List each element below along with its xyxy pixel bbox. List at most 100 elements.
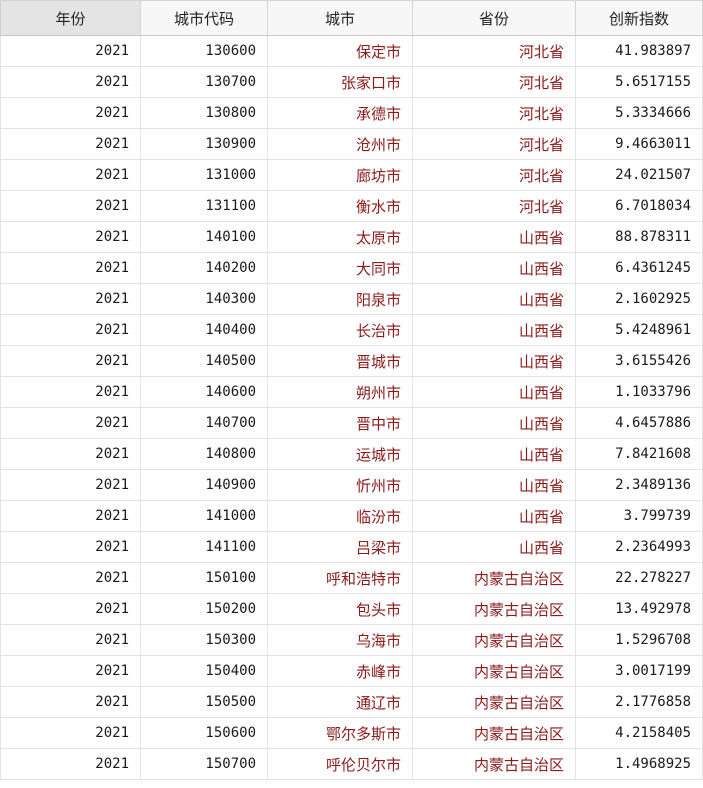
year-cell[interactable]: 2021 — [0, 408, 141, 438]
table-row[interactable]: 2021 140100 太原市 山西省 88.878311 — [0, 222, 703, 253]
year-cell[interactable]: 2021 — [0, 501, 141, 531]
city-code-cell[interactable]: 140700 — [141, 408, 268, 438]
year-cell[interactable]: 2021 — [0, 284, 141, 314]
city-code-cell[interactable]: 140100 — [141, 222, 268, 252]
city-code-cell[interactable]: 150500 — [141, 687, 268, 717]
innovation-index-cell[interactable]: 24.021507 — [576, 160, 703, 190]
year-cell[interactable]: 2021 — [0, 625, 141, 655]
year-cell[interactable]: 2021 — [0, 687, 141, 717]
province-cell[interactable]: 山西省 — [413, 346, 576, 376]
table-row[interactable]: 2021 140700 晋中市 山西省 4.6457886 — [0, 408, 703, 439]
province-cell[interactable]: 山西省 — [413, 501, 576, 531]
city-code-cell[interactable]: 140400 — [141, 315, 268, 345]
innovation-index-cell[interactable]: 4.2158405 — [576, 718, 703, 748]
table-row[interactable]: 2021 130600 保定市 河北省 41.983897 — [0, 36, 703, 67]
table-row[interactable]: 2021 131100 衡水市 河北省 6.7018034 — [0, 191, 703, 222]
city-cell[interactable]: 呼和浩特市 — [268, 563, 413, 593]
city-code-cell[interactable]: 140200 — [141, 253, 268, 283]
city-code-cell[interactable]: 130700 — [141, 67, 268, 97]
year-cell[interactable]: 2021 — [0, 718, 141, 748]
year-cell[interactable]: 2021 — [0, 656, 141, 686]
innovation-index-cell[interactable]: 5.6517155 — [576, 67, 703, 97]
innovation-index-cell[interactable]: 2.1776858 — [576, 687, 703, 717]
city-code-cell[interactable]: 141100 — [141, 532, 268, 562]
city-cell[interactable]: 呼伦贝尔市 — [268, 749, 413, 779]
innovation-index-cell[interactable]: 3.6155426 — [576, 346, 703, 376]
innovation-index-cell[interactable]: 4.6457886 — [576, 408, 703, 438]
city-code-cell[interactable]: 130900 — [141, 129, 268, 159]
table-row[interactable]: 2021 140600 朔州市 山西省 1.1033796 — [0, 377, 703, 408]
city-code-cell[interactable]: 140300 — [141, 284, 268, 314]
year-cell[interactable]: 2021 — [0, 532, 141, 562]
column-header-province[interactable]: 省份 — [413, 1, 576, 35]
year-cell[interactable]: 2021 — [0, 470, 141, 500]
innovation-index-cell[interactable]: 5.4248961 — [576, 315, 703, 345]
table-row[interactable]: 2021 131000 廊坊市 河北省 24.021507 — [0, 160, 703, 191]
innovation-index-cell[interactable]: 2.3489136 — [576, 470, 703, 500]
city-cell[interactable]: 晋城市 — [268, 346, 413, 376]
innovation-index-cell[interactable]: 2.1602925 — [576, 284, 703, 314]
year-cell[interactable]: 2021 — [0, 98, 141, 128]
city-cell[interactable]: 临汾市 — [268, 501, 413, 531]
city-cell[interactable]: 承德市 — [268, 98, 413, 128]
city-cell[interactable]: 鄂尔多斯市 — [268, 718, 413, 748]
province-cell[interactable]: 山西省 — [413, 222, 576, 252]
province-cell[interactable]: 河北省 — [413, 67, 576, 97]
city-cell[interactable]: 阳泉市 — [268, 284, 413, 314]
city-code-cell[interactable]: 141000 — [141, 501, 268, 531]
column-header-year[interactable]: 年份 — [0, 1, 141, 35]
province-cell[interactable]: 山西省 — [413, 284, 576, 314]
province-cell[interactable]: 山西省 — [413, 253, 576, 283]
year-cell[interactable]: 2021 — [0, 346, 141, 376]
table-row[interactable]: 2021 150500 通辽市 内蒙古自治区 2.1776858 — [0, 687, 703, 718]
year-cell[interactable]: 2021 — [0, 594, 141, 624]
city-cell[interactable]: 廊坊市 — [268, 160, 413, 190]
province-cell[interactable]: 河北省 — [413, 36, 576, 66]
column-header-innovation-index[interactable]: 创新指数 — [576, 1, 703, 35]
table-row[interactable]: 2021 150700 呼伦贝尔市 内蒙古自治区 1.4968925 — [0, 749, 703, 780]
innovation-index-cell[interactable]: 41.983897 — [576, 36, 703, 66]
province-cell[interactable]: 山西省 — [413, 377, 576, 407]
year-cell[interactable]: 2021 — [0, 67, 141, 97]
city-cell[interactable]: 保定市 — [268, 36, 413, 66]
city-cell[interactable]: 晋中市 — [268, 408, 413, 438]
innovation-index-cell[interactable]: 88.878311 — [576, 222, 703, 252]
province-cell[interactable]: 河北省 — [413, 160, 576, 190]
table-row[interactable]: 2021 141100 吕梁市 山西省 2.2364993 — [0, 532, 703, 563]
year-cell[interactable]: 2021 — [0, 36, 141, 66]
city-code-cell[interactable]: 150100 — [141, 563, 268, 593]
innovation-index-cell[interactable]: 6.4361245 — [576, 253, 703, 283]
city-code-cell[interactable]: 150700 — [141, 749, 268, 779]
table-row[interactable]: 2021 150400 赤峰市 内蒙古自治区 3.0017199 — [0, 656, 703, 687]
city-cell[interactable]: 赤峰市 — [268, 656, 413, 686]
city-cell[interactable]: 大同市 — [268, 253, 413, 283]
year-cell[interactable]: 2021 — [0, 222, 141, 252]
city-cell[interactable]: 长治市 — [268, 315, 413, 345]
year-cell[interactable]: 2021 — [0, 160, 141, 190]
city-code-cell[interactable]: 140900 — [141, 470, 268, 500]
table-row[interactable]: 2021 140400 长治市 山西省 5.4248961 — [0, 315, 703, 346]
innovation-index-cell[interactable]: 3.0017199 — [576, 656, 703, 686]
city-code-cell[interactable]: 131000 — [141, 160, 268, 190]
table-row[interactable]: 2021 150600 鄂尔多斯市 内蒙古自治区 4.2158405 — [0, 718, 703, 749]
column-header-city-code[interactable]: 城市代码 — [141, 1, 268, 35]
year-cell[interactable]: 2021 — [0, 315, 141, 345]
province-cell[interactable]: 山西省 — [413, 408, 576, 438]
city-cell[interactable]: 朔州市 — [268, 377, 413, 407]
province-cell[interactable]: 山西省 — [413, 315, 576, 345]
city-code-cell[interactable]: 150600 — [141, 718, 268, 748]
innovation-index-cell[interactable]: 1.1033796 — [576, 377, 703, 407]
city-cell[interactable]: 张家口市 — [268, 67, 413, 97]
table-row[interactable]: 2021 130900 沧州市 河北省 9.4663011 — [0, 129, 703, 160]
table-row[interactable]: 2021 150200 包头市 内蒙古自治区 13.492978 — [0, 594, 703, 625]
province-cell[interactable]: 内蒙古自治区 — [413, 625, 576, 655]
innovation-index-cell[interactable]: 13.492978 — [576, 594, 703, 624]
table-row[interactable]: 2021 130800 承德市 河北省 5.3334666 — [0, 98, 703, 129]
city-cell[interactable]: 吕梁市 — [268, 532, 413, 562]
city-code-cell[interactable]: 140600 — [141, 377, 268, 407]
table-row[interactable]: 2021 140500 晋城市 山西省 3.6155426 — [0, 346, 703, 377]
data-grid[interactable]: 年份 城市代码 城市 省份 创新指数 2021 130600 保定市 河北省 41.98… — [0, 0, 703, 788]
table-row[interactable]: 2021 140800 运城市 山西省 7.8421608 — [0, 439, 703, 470]
year-cell[interactable]: 2021 — [0, 129, 141, 159]
city-code-cell[interactable]: 130600 — [141, 36, 268, 66]
